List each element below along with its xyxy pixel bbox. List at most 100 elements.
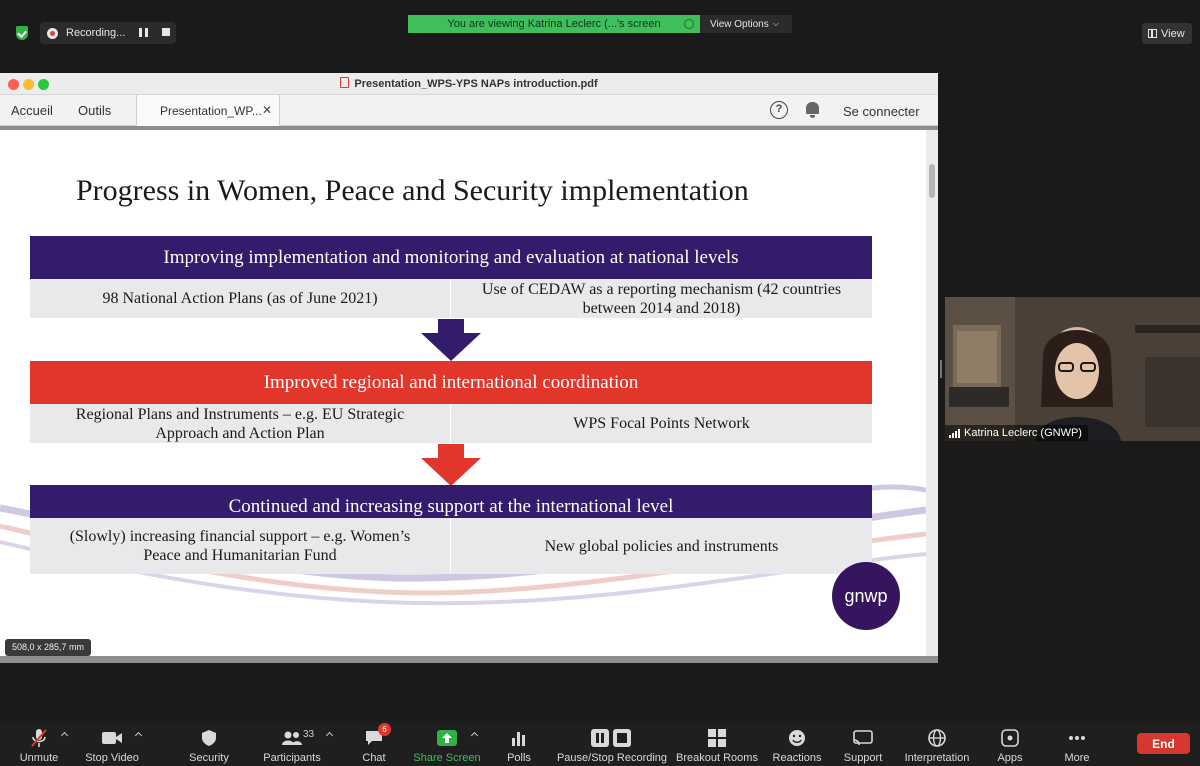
more-dots-icon (1068, 727, 1086, 749)
share-screen-button[interactable]: Share Screen (413, 721, 481, 766)
stop-recording-icon[interactable] (162, 28, 170, 36)
chevron-down-icon: ⌵ (772, 19, 779, 28)
muted-microphone-icon (30, 727, 48, 749)
red-down-arrow-icon (421, 444, 481, 486)
help-icon[interactable]: ? (770, 101, 788, 119)
security-shield-toolbar-icon (201, 727, 217, 749)
vertical-scrollbar[interactable] (926, 130, 938, 656)
section-3-right-text: New global policies and instruments (544, 537, 779, 555)
window-title: Presentation_WPS-YPS NAPs introduction.p… (0, 77, 938, 90)
stop-video-button[interactable]: Stop Video (84, 721, 140, 766)
end-meeting-button[interactable]: End (1137, 733, 1190, 754)
participants-label: Participants (263, 752, 321, 764)
view-options-button[interactable]: View Options ⌵ (700, 15, 792, 33)
audio-options-caret-icon[interactable] (60, 731, 69, 740)
view-grid-icon (1148, 29, 1157, 38)
apps-icon (1001, 727, 1019, 749)
share-screen-icon (437, 727, 457, 749)
zoom-meeting-window: Recording... You are viewing Katrina Lec… (0, 0, 1200, 766)
section-3-right-cell: New global policies and instruments (451, 518, 872, 574)
security-button[interactable]: Security (186, 721, 232, 766)
view-button[interactable]: View (1142, 23, 1192, 44)
close-tab-icon[interactable]: ✕ (262, 103, 272, 117)
reader-app-bar: Accueil Outils Presentation_WP... ✕ ? Se… (0, 95, 938, 126)
reactions-button[interactable]: Reactions (770, 721, 824, 766)
polls-chart-icon (511, 727, 527, 749)
notifications-bell-icon[interactable] (806, 102, 819, 118)
unmute-label: Unmute (19, 752, 59, 764)
participants-options-caret-icon[interactable] (325, 731, 334, 740)
recording-label: Recording... (66, 27, 126, 39)
section-2-heading: Improved regional and international coor… (30, 361, 872, 404)
breakout-rooms-button[interactable]: Breakout Rooms (676, 721, 758, 766)
tab-document[interactable]: Presentation_WP... ✕ (136, 95, 280, 126)
security-shield-icon[interactable] (16, 26, 28, 40)
polls-label: Polls (507, 752, 531, 764)
split-view-handle[interactable] (940, 360, 942, 378)
participant-video-tile[interactable]: Katrina Leclerc (GNWP) (945, 297, 1200, 441)
viewing-screen-banner: You are viewing Katrina Leclerc (...'s s… (408, 15, 700, 33)
participant-video-feed (945, 297, 1200, 441)
recording-dot-icon (47, 27, 58, 39)
polls-button[interactable]: Polls (504, 721, 534, 766)
more-button[interactable]: More (1062, 721, 1092, 766)
share-screen-label: Share Screen (413, 752, 481, 764)
content-bottom-border (0, 656, 938, 663)
status-ok-icon (684, 19, 694, 29)
nav-home[interactable]: Accueil (11, 103, 53, 118)
scrollbar-thumb[interactable] (929, 164, 935, 198)
pause-recording-icon[interactable] (139, 28, 148, 37)
tab-document-label: Presentation_WP... (160, 104, 262, 118)
support-label: Support (843, 752, 883, 764)
interpretation-label: Interpretation (904, 752, 970, 764)
apps-label: Apps (997, 752, 1023, 764)
reactions-smiley-icon (788, 727, 806, 749)
unmute-button[interactable]: Unmute (18, 721, 60, 766)
meeting-toolbar: Unmute Stop Video Security 33 Participan… (0, 721, 1200, 766)
section-1-heading-text: Improving implementation and monitoring … (163, 246, 739, 268)
interpretation-button[interactable]: Interpretation (900, 721, 974, 766)
section-2-right-cell: WPS Focal Points Network (451, 404, 872, 443)
breakout-rooms-grid-icon (708, 727, 726, 749)
support-button[interactable]: Support (840, 721, 886, 766)
apps-button[interactable]: Apps (994, 721, 1026, 766)
section-1-right-line2: between 2014 and 2018) (582, 299, 741, 317)
sign-in-link[interactable]: Se connecter (843, 104, 920, 119)
section-3-left-line1: (Slowly) increasing financial support – … (69, 528, 411, 545)
section-1-right-line1: Use of CEDAW as a reporting mechanism (4… (481, 280, 842, 298)
page-dimensions-tooltip: 508,0 x 285,7 mm (5, 639, 91, 656)
participant-name-tag: Katrina Leclerc (GNWP) (945, 425, 1088, 441)
viewing-banner-text: You are viewing Katrina Leclerc (...'s s… (447, 18, 661, 30)
section-3-left-cell: (Slowly) increasing financial support – … (30, 518, 451, 574)
reactions-label: Reactions (772, 752, 822, 764)
window-title-text: Presentation_WPS-YPS NAPs introduction.p… (354, 78, 598, 90)
window-titlebar: Presentation_WPS-YPS NAPs introduction.p… (0, 73, 938, 95)
chat-button[interactable]: 6 Chat (356, 721, 392, 766)
section-2-left-line1: Regional Plans and Instruments – e.g. EU… (75, 405, 405, 423)
slide-title: Progress in Women, Peace and Security im… (76, 174, 749, 207)
participants-button[interactable]: 33 Participants (262, 721, 322, 766)
signal-strength-icon (949, 428, 960, 438)
security-label: Security (189, 752, 229, 764)
pdf-file-icon (340, 77, 350, 88)
pause-stop-recording-button[interactable]: Pause/Stop Recording (557, 721, 667, 766)
section-3-row: (Slowly) increasing financial support – … (30, 518, 872, 574)
view-options-label: View Options (710, 18, 769, 30)
video-camera-icon (101, 727, 123, 749)
more-label: More (1064, 752, 1090, 764)
section-3-left-line2: Peace and Humanitarian Fund (143, 547, 337, 564)
section-2-left-cell: Regional Plans and Instruments – e.g. EU… (30, 404, 451, 443)
section-3-heading-text: Continued and increasing support at the … (228, 495, 674, 517)
nav-tools[interactable]: Outils (78, 103, 111, 118)
pause-stop-recording-icon (591, 727, 633, 749)
recording-indicator: Recording... (40, 22, 176, 44)
chat-label: Chat (362, 752, 386, 764)
section-1-right-cell: Use of CEDAW as a reporting mechanism (4… (451, 279, 872, 318)
section-2-heading-text: Improved regional and international coor… (263, 371, 639, 393)
shared-screen-pdf-window: Presentation_WPS-YPS NAPs introduction.p… (0, 73, 938, 663)
view-label: View (1161, 27, 1185, 40)
interpretation-globe-icon (928, 727, 946, 749)
chat-unread-badge: 6 (378, 723, 391, 736)
section-2-right-text: WPS Focal Points Network (573, 415, 750, 432)
section-1-left-cell: 98 National Action Plans (as of June 202… (30, 279, 451, 318)
